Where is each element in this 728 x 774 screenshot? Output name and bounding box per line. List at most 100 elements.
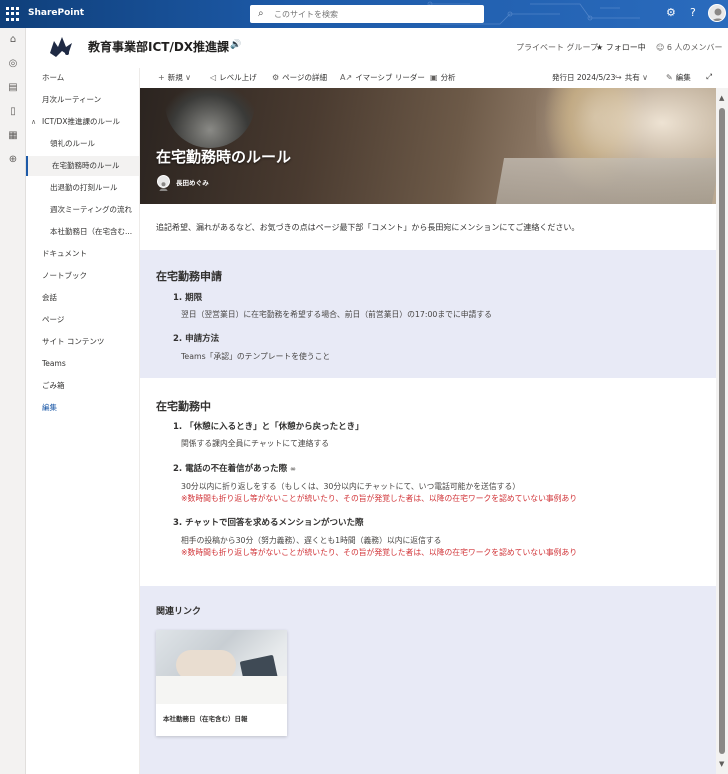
list-item-body: 30分以内に折り返しをする（もしくは、30分以内にチャットにて、いつ電話可能かを… bbox=[181, 482, 521, 491]
hero-image-laptop bbox=[495, 158, 716, 204]
edit-button[interactable]: ✎ 編集 bbox=[666, 72, 691, 83]
item-number: 2. bbox=[173, 464, 183, 474]
section-title: 在宅勤務中 bbox=[156, 400, 211, 413]
new-label: 新規 bbox=[167, 73, 183, 82]
nav-label: 在宅勤務時のルール bbox=[52, 161, 120, 170]
globe-icon[interactable]: ◎ bbox=[7, 58, 19, 70]
nav-label: 会話 bbox=[42, 293, 57, 302]
card-title: 本社勤務日（在宅含む）日報 bbox=[163, 715, 248, 723]
nav-item-site-contents[interactable]: サイト コンテンツ bbox=[26, 332, 139, 352]
nav-item-clock-in-rules[interactable]: 出退勤の打刻ルール bbox=[26, 178, 139, 198]
nav-item-teams[interactable]: Teams bbox=[26, 354, 139, 374]
list-item-heading: 2. 申請方法 bbox=[173, 332, 219, 344]
new-button[interactable]: + 新規 ∨ bbox=[158, 72, 194, 83]
page-content: 在宅勤務時のルール 長田めぐみ 追記希望、漏れがあるなど、お気づきの点はページ最… bbox=[140, 88, 716, 774]
analytics-icon: ▣ bbox=[430, 73, 438, 82]
pencil-icon: ✎ bbox=[666, 73, 673, 82]
avatar[interactable] bbox=[708, 4, 726, 22]
expand-icon[interactable]: ⤢ bbox=[706, 72, 712, 82]
site-logo[interactable] bbox=[46, 33, 76, 61]
nav-item-weekly-meeting[interactable]: 週次ミーティングの流れ bbox=[26, 200, 139, 220]
item-number: 1. bbox=[173, 422, 183, 432]
analytics-label: 分析 bbox=[440, 73, 456, 82]
item-title: チャットで回答を求めるメンションがついた際 bbox=[185, 518, 364, 528]
share-button[interactable]: ↪ 共有 ∨ bbox=[615, 72, 651, 83]
sound-icon[interactable]: 🔊 bbox=[230, 40, 241, 50]
nav-item-documents[interactable]: ドキュメント bbox=[26, 244, 139, 264]
nav-edit-link[interactable]: 編集 bbox=[26, 398, 139, 418]
nav-item-home[interactable]: ホーム bbox=[26, 68, 139, 88]
promote-button[interactable]: ◁ レベル上げ bbox=[210, 72, 257, 83]
settings-icon: ⚙ bbox=[272, 73, 280, 82]
nav-item-remote-work-rules[interactable]: 在宅勤務時のルール bbox=[26, 156, 139, 176]
command-bar: + 新規 ∨ ◁ レベル上げ ⚙ ページの詳細 A↗ イマーシブ リーダー ▣ 分析 発行… bbox=[140, 68, 728, 88]
share-label: 共有 bbox=[624, 73, 640, 82]
page-details-button[interactable]: ⚙ ページの詳細 bbox=[272, 72, 327, 83]
chevron-down-icon: ∨ bbox=[185, 73, 191, 82]
page-title: 在宅勤務時のルール bbox=[156, 148, 292, 166]
scroll-down-icon[interactable]: ▼ bbox=[719, 760, 724, 768]
list-item-body: 翌日（翌営業日）に在宅勤務を希望する場合、前日（前営業日）の17:00までに申請… bbox=[181, 310, 492, 319]
members-button[interactable]: ☺ 6 人のメンバー bbox=[656, 42, 723, 53]
nav-item-monthly-routine[interactable]: 月次ルーティーン bbox=[26, 90, 139, 110]
nav-item-pages[interactable]: ページ bbox=[26, 310, 139, 330]
sharepoint-brand[interactable]: SharePoint bbox=[28, 8, 84, 18]
nav-label: 領礼のルール bbox=[50, 139, 95, 148]
list-item-heading: 3. チャットで回答を求めるメンションがついた際 bbox=[173, 516, 364, 528]
nav-label: ICT/DX推進課のルール bbox=[42, 117, 120, 126]
link-icon[interactable]: ∞ bbox=[290, 465, 296, 473]
item-number: 2. bbox=[173, 334, 183, 344]
hero-banner: 在宅勤務時のルール 長田めぐみ bbox=[140, 88, 716, 204]
scroll-thumb[interactable] bbox=[719, 108, 725, 754]
author-name[interactable]: 長田めぐみ bbox=[176, 177, 209, 187]
list-item-heading: 1. 「休憩に入るとき」と「休憩から戻ったとき」 bbox=[173, 420, 364, 432]
nav-label: サイト コンテンツ bbox=[42, 337, 105, 346]
search-icon: ⌕ bbox=[258, 8, 264, 19]
document-icon[interactable]: ▯ bbox=[7, 106, 19, 118]
nav-label: ページ bbox=[42, 315, 65, 324]
nav-item-rules-group[interactable]: ∧ ICT/DX推進課のルール bbox=[26, 112, 139, 132]
nav-item-notebook[interactable]: ノートブック bbox=[26, 266, 139, 286]
star-icon: ★ bbox=[596, 43, 604, 52]
item-number: 3. bbox=[173, 518, 183, 528]
nav-item-conversations[interactable]: 会話 bbox=[26, 288, 139, 308]
scroll-up-icon[interactable]: ▲ bbox=[719, 94, 724, 102]
chevron-up-icon[interactable]: ∧ bbox=[31, 112, 36, 132]
follow-label: フォロー中 bbox=[605, 43, 646, 52]
nav-item-receipt-rules[interactable]: 領礼のルール bbox=[26, 134, 139, 154]
author-avatar[interactable] bbox=[157, 175, 170, 191]
site-search-box[interactable]: ⌕ bbox=[250, 5, 484, 23]
nav-label: 出退勤の打刻ルール bbox=[50, 183, 118, 192]
card-image-notebook bbox=[156, 676, 287, 704]
nav-label: ホーム bbox=[42, 73, 65, 82]
list-icon[interactable]: ▦ bbox=[7, 130, 19, 142]
settings-icon[interactable]: ⚙ bbox=[666, 6, 676, 19]
card-thumbnail bbox=[156, 630, 287, 704]
intro-text: 追記希望、漏れがあるなど、お気づきの点はページ最下部「コメント」から長田宛にメン… bbox=[156, 223, 580, 232]
analytics-button[interactable]: ▣ 分析 bbox=[430, 72, 456, 83]
immersive-reader-button[interactable]: A↗ イマーシブ リーダー bbox=[340, 72, 425, 83]
promote-label: レベル上げ bbox=[219, 73, 257, 82]
search-input[interactable] bbox=[274, 7, 474, 21]
list-item-heading: 1. 期限 bbox=[173, 291, 202, 303]
related-link-card[interactable]: 本社勤務日（在宅含む）日報 bbox=[156, 630, 287, 736]
nav-label: ドキュメント bbox=[42, 249, 87, 258]
create-icon[interactable]: ⊕ bbox=[7, 154, 19, 166]
help-icon[interactable]: ? bbox=[690, 6, 696, 19]
nav-item-recycle-bin[interactable]: ごみ箱 bbox=[26, 376, 139, 396]
left-navigation: ホーム 月次ルーティーン ∧ ICT/DX推進課のルール 領礼のルール 在宅勤務時… bbox=[26, 68, 140, 774]
hero-image-microphone bbox=[165, 88, 255, 148]
item-number: 1. bbox=[173, 293, 183, 303]
follow-button[interactable]: ★ フォロー中 bbox=[596, 42, 646, 53]
immersive-reader-icon: A↗ bbox=[340, 73, 353, 82]
section-title: 在宅勤務申請 bbox=[156, 270, 222, 283]
news-icon[interactable]: ▤ bbox=[7, 82, 19, 94]
nav-item-office-day[interactable]: 本社勤務日（在宅含む... bbox=[26, 222, 139, 242]
page-scrollbar[interactable]: ▲ ▼ bbox=[716, 88, 728, 774]
waffle-icon[interactable] bbox=[6, 7, 20, 21]
edit-label: 編集 bbox=[675, 73, 691, 82]
person-icon: ☺ bbox=[656, 43, 665, 52]
site-title[interactable]: 教育事業部ICT/DX推進課 bbox=[88, 38, 229, 55]
home-icon[interactable]: ⌂ bbox=[7, 34, 19, 46]
nav-label: ごみ箱 bbox=[42, 381, 65, 390]
